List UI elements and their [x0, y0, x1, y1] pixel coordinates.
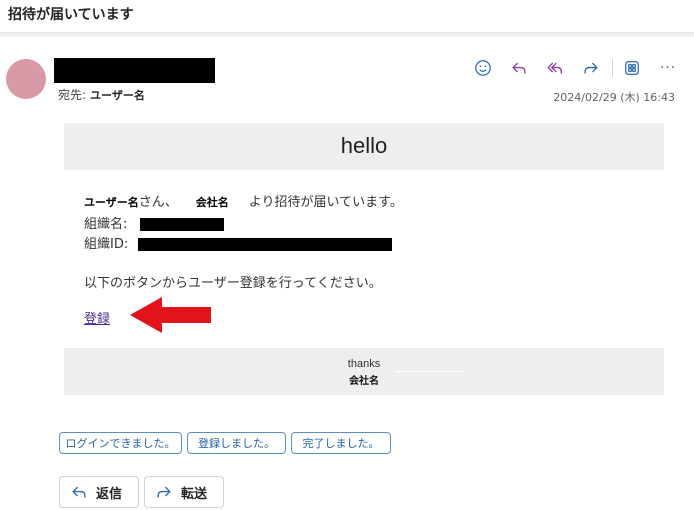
reply-button[interactable]: 返信 [59, 476, 139, 508]
org-name-line: 組織名: [84, 213, 224, 232]
emoji-icon[interactable] [472, 57, 494, 79]
san-text: さん、 [138, 195, 178, 210]
forward-label: 転送 [181, 486, 208, 502]
org-name-redacted [139, 218, 224, 231]
email-footer-band: thanks 会社名 [64, 348, 664, 395]
org-id-label: 組織ID: [84, 237, 129, 252]
register-link[interactable]: 登録 [84, 308, 110, 327]
message-toolbar: ··· [472, 56, 679, 80]
email-subject: 招待が届いています [8, 7, 134, 23]
reply-icon[interactable] [508, 57, 530, 79]
quick-reply-completed[interactable]: 完了しました。 [291, 432, 391, 454]
invite-line: ユーザー名さん、 会社名 より招待が届いています。 [84, 191, 403, 210]
sender-name-redacted[interactable] [54, 58, 215, 83]
forward-button[interactable]: 転送 [144, 476, 224, 508]
forward-icon[interactable] [580, 57, 602, 79]
org-id-line: 組織ID: [84, 233, 393, 252]
forward-icon [157, 486, 171, 498]
hello-heading: hello [340, 133, 388, 158]
to-label: 宛先: [58, 88, 87, 102]
apps-icon[interactable] [621, 57, 643, 79]
email-header-band: hello [64, 123, 664, 170]
header-divider [0, 32, 694, 37]
reply-icon [72, 486, 86, 498]
recipient-line: 宛先: ユーザー名 [58, 86, 145, 103]
sender-avatar[interactable] [6, 59, 46, 99]
quick-reply-logged-in[interactable]: ログインできました。 [59, 432, 182, 454]
message-timestamp: 2024/02/29 (木) 16:43 [553, 91, 675, 104]
user-name: ユーザー名 [84, 196, 139, 209]
reply-actions: 返信 転送 [59, 476, 229, 508]
more-icon[interactable]: ··· [657, 57, 679, 79]
reply-all-icon[interactable] [544, 57, 566, 79]
org-name-label: 組織名: [84, 217, 128, 232]
thanks-text: thanks [347, 358, 381, 370]
footer-company: 会社名 [349, 376, 379, 387]
suggested-replies: ログインできました。 登録しました。 完了しました。 [59, 432, 396, 454]
quick-reply-registered[interactable]: 登録しました。 [187, 432, 286, 454]
instruction-text: 以下のボタンからユーザー登録を行ってください。 [84, 276, 382, 291]
toolbar-divider [612, 59, 613, 77]
red-arrow-annotation [130, 297, 211, 333]
invite-text: より招待が届いています。 [248, 195, 403, 210]
org-id-redacted [138, 238, 393, 251]
recipient-name[interactable]: ユーザー名 [90, 89, 145, 102]
company-name: 会社名 [195, 196, 229, 209]
reply-label: 返信 [96, 486, 123, 502]
